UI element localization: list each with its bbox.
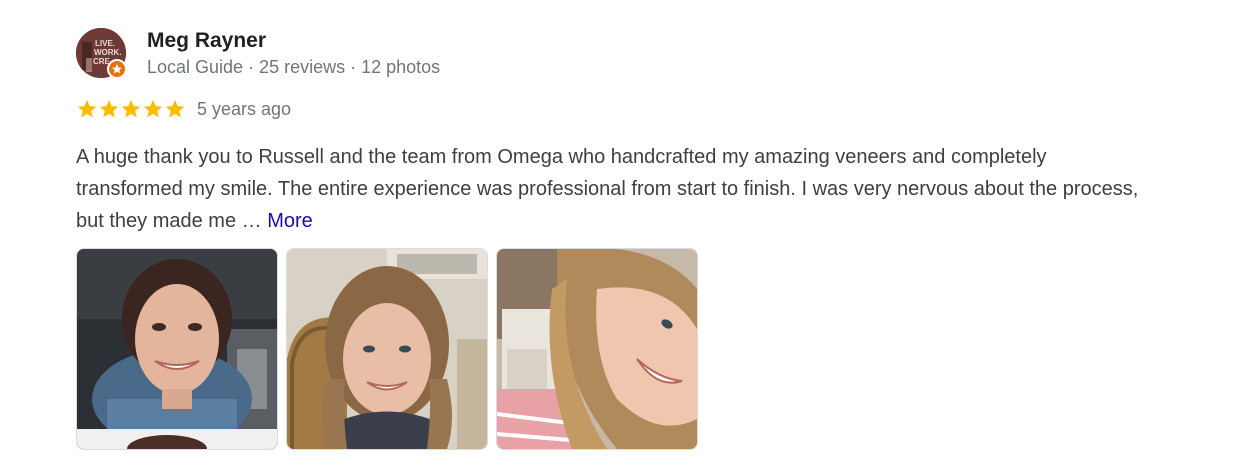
local-guide-badge-icon (107, 59, 127, 79)
review-photos (76, 248, 698, 450)
reviewer-meta: Local Guide · 25 reviews · 12 photos (147, 57, 441, 77)
star-rating (76, 98, 186, 120)
review-photo-2[interactable] (286, 248, 488, 450)
star-icon (77, 99, 97, 118)
review-text: A huge thank you to Russell and the team… (76, 146, 1139, 232)
star-icon (165, 99, 185, 118)
star-icon (99, 99, 119, 118)
review-photo-1[interactable] (76, 248, 278, 450)
star-icon (121, 99, 141, 118)
reviewer-avatar[interactable]: LIVE. WORK. CRE (76, 28, 127, 79)
avatar-logo-line-2: WORK. (94, 48, 122, 57)
more-link[interactable]: More (267, 210, 313, 232)
review-photo-3[interactable] (496, 248, 698, 450)
review-body: A huge thank you to Russell and the team… (76, 141, 1156, 237)
star-icon (143, 99, 163, 118)
review-date: 5 years ago (197, 99, 292, 119)
reviewer-name[interactable]: Meg Rayner (147, 28, 266, 54)
review-card: LIVE. WORK. CRE Meg Rayner Local Guide ·… (0, 0, 1240, 474)
avatar-logo-line-1: LIVE. (95, 39, 115, 48)
